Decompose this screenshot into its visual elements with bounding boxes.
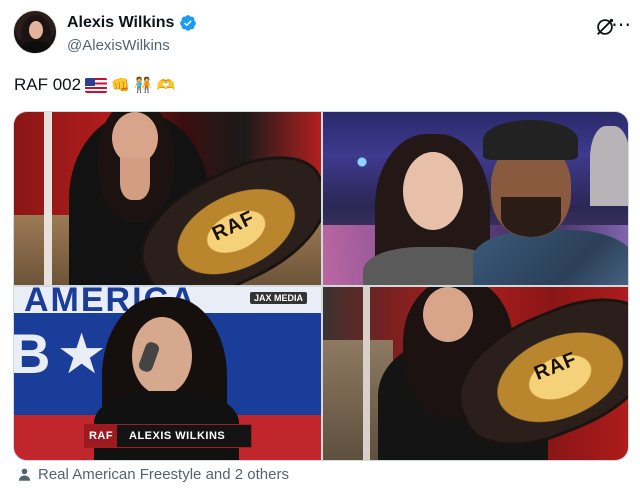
- post-text: RAF 002 👊 🧑‍🤝‍🧑 🫶: [14, 75, 175, 95]
- lower-third: RAF ALEXIS WILKINS: [84, 424, 252, 448]
- photo-singing[interactable]: AMERICA B★ER JAX MEDIA RAF ALEXIS WILKIN…: [14, 287, 321, 460]
- watermark: JAX MEDIA: [249, 292, 307, 304]
- person-icon: [18, 468, 31, 481]
- author-name-row[interactable]: Alexis Wilkins: [67, 14, 197, 32]
- photo-belt-laughing[interactable]: RAF: [323, 287, 628, 460]
- lower-third-name: ALEXIS WILKINS: [117, 425, 251, 447]
- post-header: Alexis Wilkins @AlexisWilkins ⋯: [13, 10, 631, 58]
- us-flag-icon: [85, 77, 108, 93]
- photo-selfie-crowd[interactable]: [323, 112, 628, 285]
- more-icon[interactable]: ⋯: [611, 15, 632, 35]
- heart-hands-icon: 🫶: [156, 76, 176, 94]
- avatar[interactable]: [13, 10, 57, 54]
- lower-third-logo: RAF: [85, 425, 117, 447]
- fist-icon: 👊: [111, 76, 130, 94]
- post-text-content: RAF 002: [14, 75, 82, 94]
- author-name[interactable]: Alexis Wilkins: [67, 14, 174, 32]
- verified-badge-icon: [180, 15, 197, 31]
- people-holding-hands-icon: 🧑‍🤝‍🧑: [133, 76, 153, 94]
- tagged-users[interactable]: Real American Freestyle and 2 others: [17, 466, 289, 483]
- tagged-users-text[interactable]: Real American Freestyle and 2 others: [38, 466, 289, 483]
- photo-belt-curtain[interactable]: RAF: [14, 112, 321, 285]
- author-handle[interactable]: @AlexisWilkins: [67, 37, 170, 54]
- media-grid: RAF AMERICA B★ER JAX MEDIA RAF ALEXIS WI…: [13, 111, 629, 461]
